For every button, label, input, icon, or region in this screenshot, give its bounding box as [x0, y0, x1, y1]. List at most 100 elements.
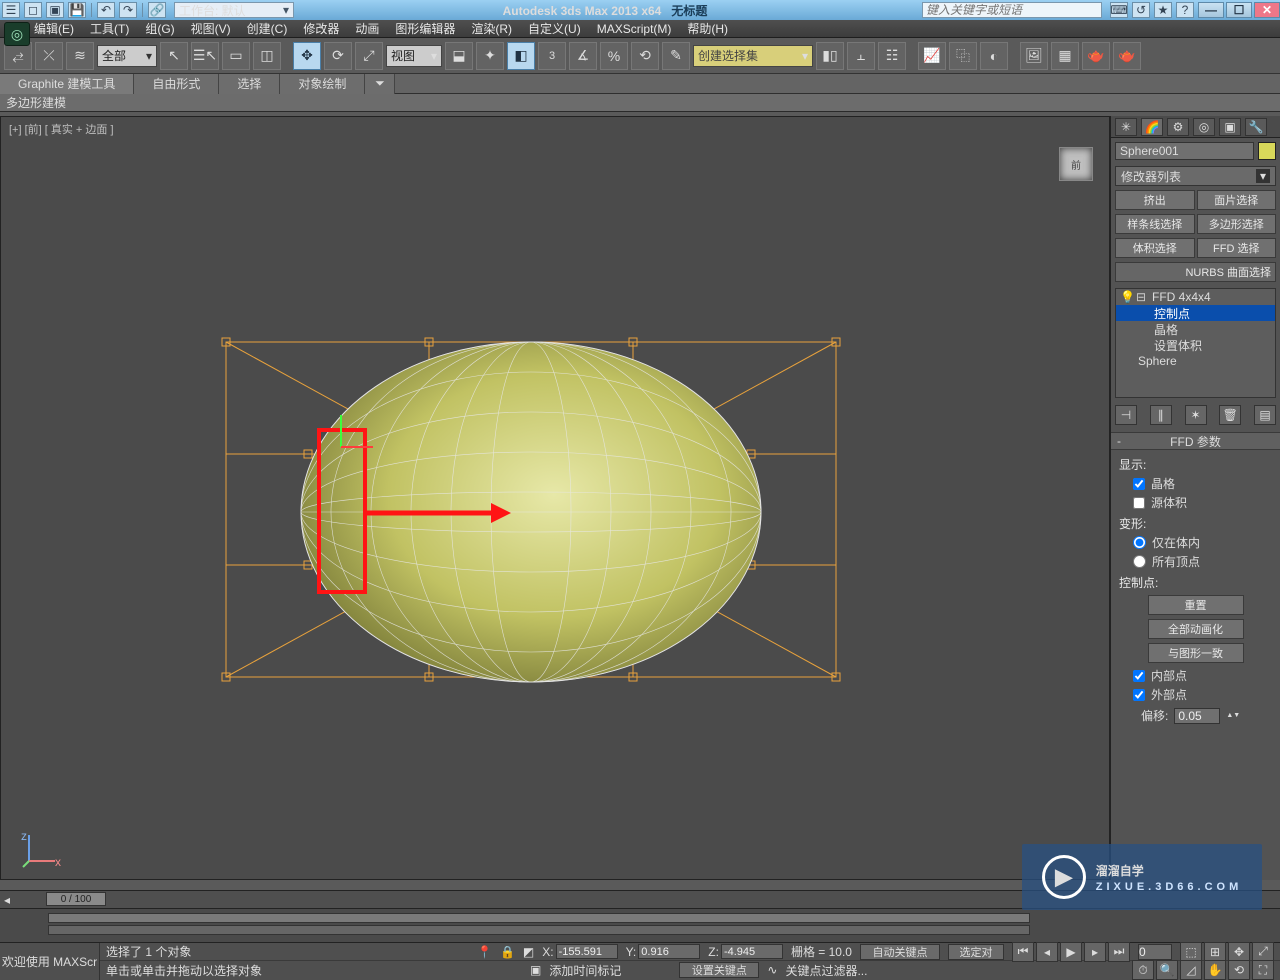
play-icon[interactable]: ▶	[1060, 942, 1082, 962]
tab-hierarchy-icon[interactable]: ⚙	[1167, 118, 1189, 136]
selection-filter[interactable]: 全部▾	[97, 45, 157, 67]
offset-spinner[interactable]: 偏移: ▲▼	[1141, 707, 1272, 724]
next-frame-icon[interactable]: ▸	[1084, 942, 1106, 962]
minimize-button[interactable]: —	[1198, 2, 1224, 18]
render-prod-icon[interactable]: 🫖	[1082, 42, 1110, 70]
goto-end-icon[interactable]: ⏭	[1108, 942, 1130, 962]
key-icon[interactable]: ⌨	[1110, 2, 1128, 18]
modifier-stack[interactable]: 💡⊟FFD 4x4x4 控制点 晶格 设置体积 Sphere	[1115, 288, 1276, 398]
menu-customize[interactable]: 自定义(U)	[528, 20, 581, 37]
angle-snap-icon[interactable]: ∡	[569, 42, 597, 70]
coord-x[interactable]: X:	[542, 944, 617, 959]
selected-dropdown[interactable]: 选定对	[948, 944, 1004, 960]
menu-animation[interactable]: 动画	[355, 20, 379, 37]
ribbon-tab-select[interactable]: 选择	[219, 74, 280, 94]
tab-display-icon[interactable]: ▣	[1219, 118, 1241, 136]
abs-icon[interactable]: ◩	[523, 945, 534, 959]
stack-ffd[interactable]: FFD 4x4x4	[1152, 290, 1211, 304]
prev-frame-icon[interactable]: ◂	[1036, 942, 1058, 962]
ribbon-tab-paint[interactable]: 对象绘制	[280, 74, 365, 94]
isolate-icon[interactable]: ⬚	[1180, 942, 1202, 962]
poly-select-button[interactable]: 多边形选择	[1197, 214, 1277, 234]
nurbs-select-button[interactable]: NURBS 曲面选择	[1115, 262, 1276, 282]
help-icon[interactable]: ?	[1176, 2, 1194, 18]
new-icon[interactable]: ◻	[24, 2, 42, 18]
coord-y[interactable]: Y:	[626, 944, 701, 959]
menu-tools[interactable]: 工具(T)	[90, 20, 129, 37]
pin-stack-icon[interactable]: ⊣	[1115, 405, 1137, 425]
reset-button[interactable]: 重置	[1148, 595, 1244, 615]
menu-group[interactable]: 组(G)	[145, 20, 174, 37]
outer-checkbox[interactable]: 外部点	[1133, 686, 1272, 703]
ribbon-tab-freeform[interactable]: 自由形式	[134, 74, 219, 94]
key-filter-button[interactable]: 关键点过滤器...	[785, 962, 867, 979]
material-editor-icon[interactable]: ◐	[980, 42, 1008, 70]
pin-icon[interactable]: 📍	[477, 945, 492, 959]
help-search-input[interactable]	[922, 2, 1102, 18]
track-bar[interactable]	[0, 908, 1280, 942]
bind-icon[interactable]: ≋	[66, 42, 94, 70]
ribbon-tab-graphite[interactable]: Graphite 建模工具	[0, 74, 134, 94]
manip-icon[interactable]: ✦	[476, 42, 504, 70]
xform-lock-icon[interactable]: ⊞	[1204, 942, 1226, 962]
undo-icon[interactable]: ↶	[97, 2, 115, 18]
zoom-ext-icon[interactable]: 🔍	[1156, 960, 1178, 980]
schematic-icon[interactable]: ⿻	[949, 42, 977, 70]
move-icon[interactable]: ✥	[293, 42, 321, 70]
app-menu-icon[interactable]: ☰	[2, 2, 20, 18]
percent-snap-icon[interactable]: %	[600, 42, 628, 70]
object-name-field[interactable]: Sphere001	[1115, 142, 1254, 160]
stack-lattice[interactable]: 晶格	[1116, 321, 1275, 337]
rendered-frame-icon[interactable]: ▦	[1051, 42, 1079, 70]
mirror-icon[interactable]: ▮▯	[816, 42, 844, 70]
refsys-dropdown[interactable]: 视图▾	[386, 45, 442, 67]
rotate-icon[interactable]: ⟳	[324, 42, 352, 70]
inner-checkbox[interactable]: 内部点	[1133, 667, 1272, 684]
save-icon[interactable]: 💾	[68, 2, 86, 18]
close-button[interactable]: ✕	[1254, 2, 1280, 18]
open-icon[interactable]: ▣	[46, 2, 64, 18]
menu-help[interactable]: 帮助(H)	[687, 20, 728, 37]
select-name-icon[interactable]: ☰↖	[191, 42, 219, 70]
fov-icon[interactable]: ◿	[1180, 960, 1202, 980]
tab-create-icon[interactable]: ✳	[1115, 118, 1137, 136]
curve-editor-icon[interactable]: 📈	[918, 42, 946, 70]
ribbon-expand-icon[interactable]: ⏷	[365, 74, 395, 94]
snap-toggle-icon[interactable]: ◧	[507, 42, 535, 70]
menu-modifiers[interactable]: 修改器	[303, 20, 339, 37]
viewport-nav1-icon[interactable]: ✥	[1228, 942, 1250, 962]
maximize-button[interactable]: ☐	[1226, 2, 1252, 18]
keyfilter-icon[interactable]: ∿	[767, 963, 777, 977]
autokey-button[interactable]: 自动关键点	[860, 944, 940, 960]
align-icon[interactable]: ⫠	[847, 42, 875, 70]
time-config-icon[interactable]: ⏱	[1132, 960, 1154, 980]
lattice-checkbox[interactable]: 晶格	[1133, 475, 1272, 492]
menu-graph[interactable]: 图形编辑器	[395, 20, 455, 37]
scale-icon[interactable]: ⤢	[355, 42, 383, 70]
viewport[interactable]: [+] [前] [ 真实 + 边面 ] 前	[0, 116, 1110, 880]
add-time-tag[interactable]: 添加时间标记	[549, 962, 621, 979]
tab-modify-icon[interactable]: 🌈	[1141, 118, 1163, 136]
show-end-icon[interactable]: ∥	[1150, 405, 1172, 425]
maxscript-mini[interactable]: 欢迎使用 MAXScr	[0, 943, 100, 980]
render-setup-icon[interactable]: 🖼	[1020, 42, 1048, 70]
menu-render[interactable]: 渲染(R)	[471, 20, 512, 37]
layers-icon[interactable]: ☷	[878, 42, 906, 70]
orbit-icon[interactable]: ⟲	[1228, 960, 1250, 980]
time-slider-handle[interactable]: 0 / 100	[46, 892, 106, 906]
rollout-header-ffd[interactable]: -FFD 参数	[1111, 432, 1280, 450]
ribbon-panel-label[interactable]: 多边形建模	[6, 94, 66, 111]
ffd-select-button[interactable]: FFD 选择	[1197, 238, 1277, 258]
window-cross-icon[interactable]: ◫	[253, 42, 281, 70]
timeslide-left-icon[interactable]: ◂	[0, 893, 14, 907]
stack-control-points[interactable]: 控制点	[1116, 305, 1275, 321]
current-frame-input[interactable]	[1138, 944, 1172, 960]
stack-sphere[interactable]: Sphere	[1116, 353, 1275, 369]
spline-select-button[interactable]: 样条线选择	[1115, 214, 1195, 234]
menu-edit[interactable]: 编辑(E)	[34, 20, 74, 37]
unique-icon[interactable]: ✶	[1185, 405, 1207, 425]
menu-create[interactable]: 创建(C)	[247, 20, 288, 37]
viewport-nav2-icon[interactable]: ⤢	[1252, 942, 1274, 962]
setkey-button[interactable]: 设置关键点	[679, 962, 759, 978]
timetag-icon[interactable]: ▣	[530, 963, 541, 977]
